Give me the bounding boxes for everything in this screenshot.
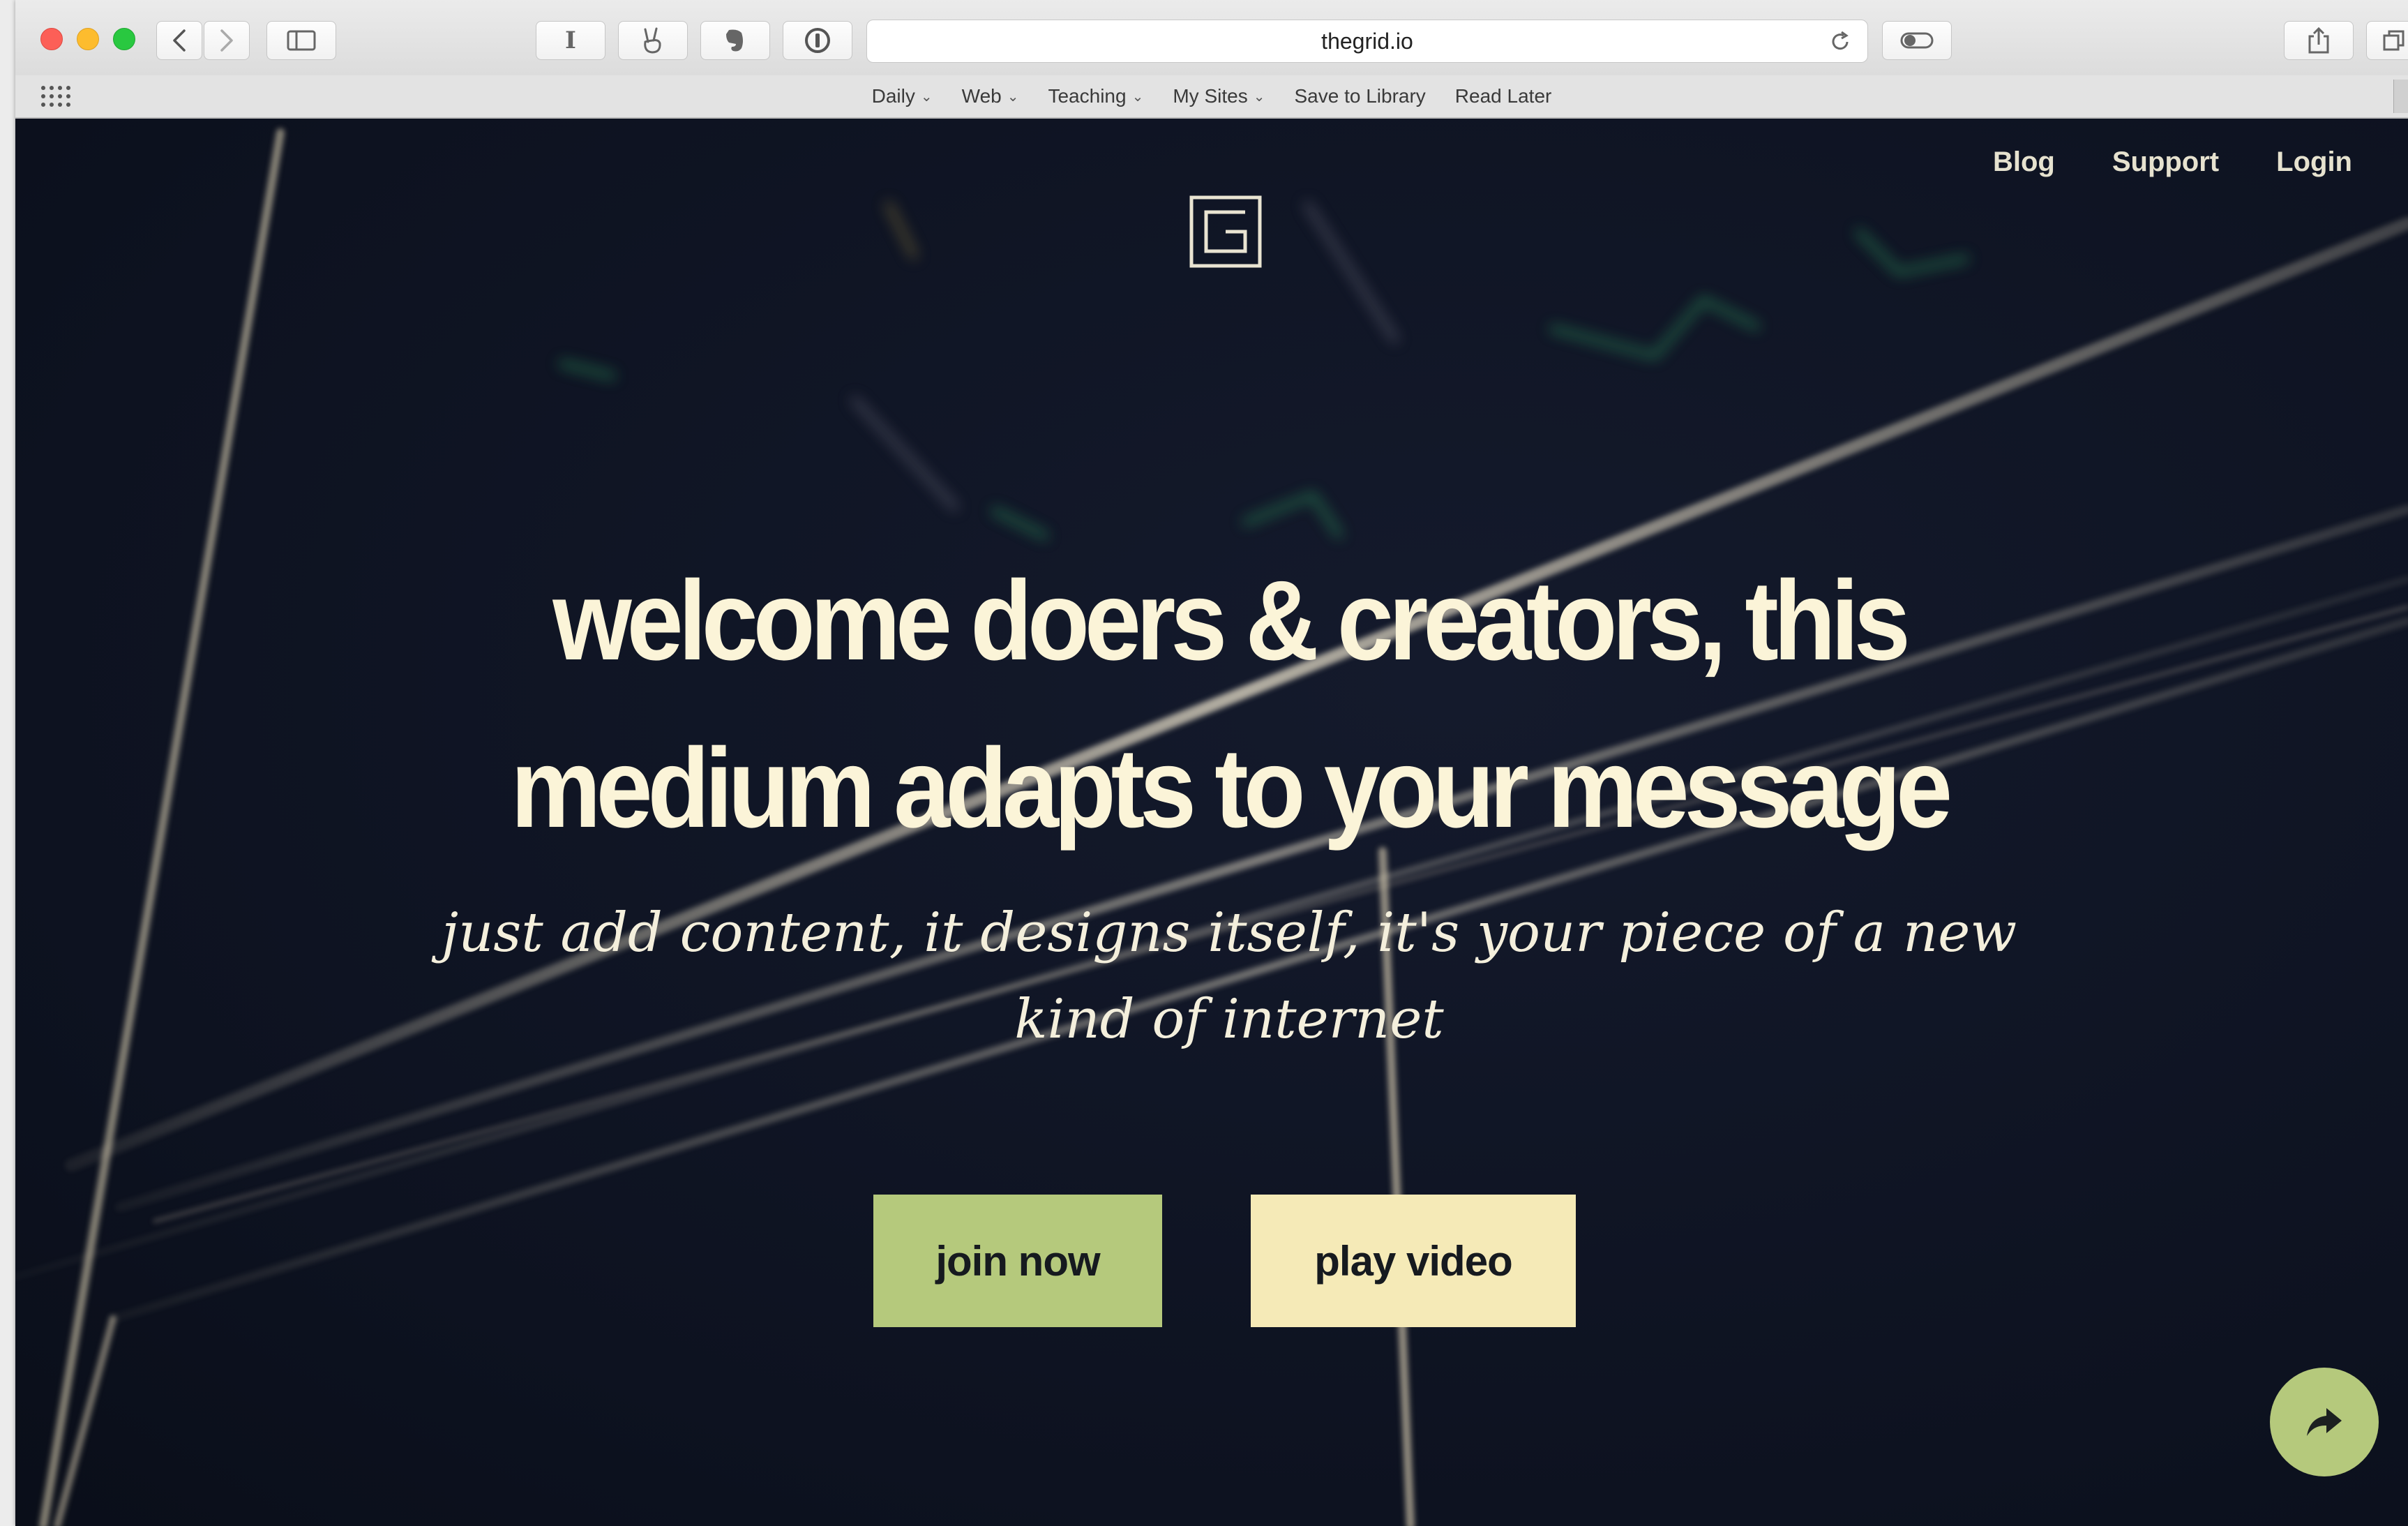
the-grid-logo[interactable] — [1189, 195, 1262, 268]
evernote-button[interactable] — [700, 21, 770, 60]
1password-icon — [805, 28, 830, 53]
share-icon — [2308, 27, 2329, 54]
play-video-button[interactable]: play video — [1251, 1195, 1576, 1327]
bookmarks-overflow[interactable] — [2393, 80, 2408, 113]
peace-extension-button[interactable] — [618, 21, 688, 60]
hero-headline-line-1: welcome doers & creators, this — [552, 558, 1911, 684]
bookmark-daily[interactable]: Daily ⌄ — [872, 85, 933, 107]
chevron-down-icon: ⌄ — [1131, 89, 1144, 105]
address-bar[interactable]: thegrid.io — [866, 20, 1868, 63]
share-arrow-icon — [2307, 1408, 2342, 1436]
browser-toolbar: I thegrid.io — [15, 0, 2408, 77]
tabs-button[interactable] — [2366, 21, 2408, 60]
hero-headline: welcome doers & creators, this medium ad… — [325, 537, 2133, 872]
close-window-button[interactable] — [40, 28, 63, 50]
peace-hand-icon — [644, 27, 661, 54]
share-button[interactable] — [2284, 21, 2354, 60]
back-button[interactable] — [156, 21, 202, 60]
nav-blog-link[interactable]: Blog — [1993, 147, 2055, 178]
nav-support-link[interactable]: Support — [2112, 147, 2219, 178]
sidebar-button[interactable] — [266, 21, 336, 60]
reader-button[interactable]: I — [536, 21, 605, 60]
url-text: thegrid.io — [1321, 29, 1413, 54]
bookmark-teaching[interactable]: Teaching ⌄ — [1048, 85, 1143, 107]
nav-login-link[interactable]: Login — [2276, 147, 2352, 178]
toggle-extension-button[interactable] — [1882, 21, 1952, 60]
chevron-down-icon: ⌄ — [920, 89, 933, 105]
hero-tagline: just add content, it designs itself, it'… — [406, 890, 2052, 1063]
bookmark-my-sites[interactable]: My Sites ⌄ — [1173, 85, 1265, 107]
zoom-window-button[interactable] — [113, 28, 135, 50]
forward-icon — [220, 29, 233, 52]
minimize-window-button[interactable] — [77, 28, 99, 50]
hero-headline-line-2: medium adapts to your message — [511, 725, 1952, 851]
web-page: Blog Support Login welcome doers & creat… — [15, 119, 2408, 1526]
1password-button[interactable] — [783, 21, 852, 60]
join-now-button[interactable]: join now — [873, 1195, 1162, 1327]
tabs-icon — [2383, 30, 2405, 51]
bookmarks-list: Daily ⌄ Web ⌄ Teaching ⌄ My Sites ⌄ Save… — [15, 75, 2408, 117]
site-nav: Blog Support Login — [1993, 147, 2352, 178]
chevron-down-icon: ⌄ — [1253, 89, 1265, 105]
back-icon — [173, 29, 186, 52]
share-fab-button[interactable] — [2270, 1368, 2379, 1476]
hero-tagline-line-2: kind of internet — [1014, 988, 1444, 1051]
bookmark-save-to-library[interactable]: Save to Library — [1294, 85, 1425, 107]
chevron-down-icon: ⌄ — [1007, 89, 1019, 105]
reader-icon: I — [565, 27, 576, 54]
sidebar-icon — [287, 30, 316, 51]
browser-window: I thegrid.io Daily ⌄ Web ⌄ Teaching ⌄ My… — [15, 0, 2408, 1526]
forward-button[interactable] — [204, 21, 250, 60]
bookmark-read-later[interactable]: Read Later — [1455, 85, 1552, 107]
reload-icon[interactable] — [1828, 30, 1852, 54]
evernote-icon — [726, 29, 743, 52]
bookmarks-bar: Daily ⌄ Web ⌄ Teaching ⌄ My Sites ⌄ Save… — [15, 75, 2408, 119]
hero-tagline-line-1: just add content, it designs itself, it'… — [441, 902, 2017, 964]
toggle-icon — [1900, 32, 1934, 49]
bookmark-web[interactable]: Web ⌄ — [962, 85, 1019, 107]
